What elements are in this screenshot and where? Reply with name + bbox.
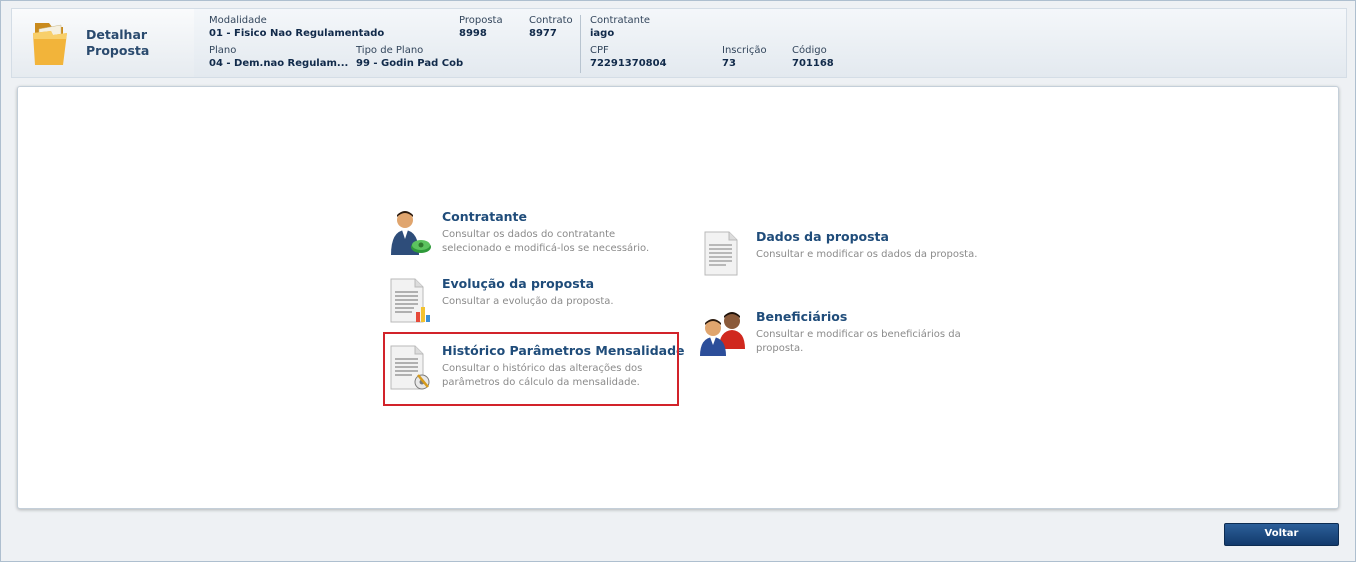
contrato-value: 8977 [529, 28, 557, 39]
dados-title[interactable]: Dados da proposta [756, 229, 889, 244]
plano-field: Plano 04 - Dem.nao Regulam... [209, 44, 348, 70]
cpf-field: CPF 72291370804 [590, 44, 667, 70]
dados-description: Consultar e modificar os dados da propos… [756, 249, 978, 260]
contratante-label: Contratante [590, 15, 651, 26]
beneficiarios-description: Consultar e modificar os beneficiários d… [756, 329, 961, 354]
plano-value: 04 - Dem.nao Regulam... [209, 58, 349, 69]
contratante-value: iago [590, 28, 615, 39]
contratante-field: Contratante iago [590, 14, 650, 40]
menu-panel [17, 86, 1339, 509]
page-title: Detalhar Proposta [86, 27, 150, 58]
tipo-plano-label: Tipo de Plano [356, 45, 424, 56]
menu-item-dados[interactable]: Dados da proposta Consultar e modificar … [702, 229, 992, 281]
title-block: Detalhar Proposta [12, 9, 194, 77]
user-money-icon [388, 209, 432, 257]
menu-item-contratante[interactable]: Contratante Consultar os dados do contra… [388, 209, 678, 265]
menu-item-beneficiarios[interactable]: Beneficiários Consultar e modificar os b… [698, 309, 988, 361]
contrato-field: Contrato 8977 [529, 14, 573, 40]
cpf-label: CPF [590, 45, 609, 56]
evolucao-title[interactable]: Evolução da proposta [442, 276, 594, 291]
proposta-label: Proposta [459, 15, 503, 26]
modalidade-field: Modalidade 01 - Fisico Nao Regulamentado [209, 14, 384, 40]
selection-highlight [383, 332, 679, 406]
codigo-value: 701168 [792, 58, 834, 69]
plano-label: Plano [209, 45, 237, 56]
contratante-title[interactable]: Contratante [442, 209, 527, 224]
folder-icon [29, 19, 73, 67]
header-divider [580, 15, 581, 73]
contrato-label: Contrato [529, 15, 573, 26]
cpf-value: 72291370804 [590, 58, 667, 69]
codigo-field: Código 701168 [792, 44, 834, 70]
modalidade-value: 01 - Fisico Nao Regulamentado [209, 28, 385, 39]
proposta-value: 8998 [459, 28, 487, 39]
beneficiarios-title[interactable]: Beneficiários [756, 309, 847, 324]
modalidade-label: Modalidade [209, 15, 267, 26]
contratante-description: Consultar os dados do contratante seleci… [442, 229, 650, 254]
inscricao-label: Inscrição [722, 45, 767, 56]
codigo-label: Código [792, 45, 827, 56]
users-icon [698, 309, 745, 357]
inscricao-field: Inscrição 73 [722, 44, 767, 70]
document-icon [702, 229, 746, 277]
inscricao-value: 73 [722, 58, 736, 69]
proposal-header: Detalhar Proposta Modalidade 01 - Fisico… [11, 8, 1347, 78]
evolucao-description: Consultar a evolução da proposta. [442, 296, 614, 307]
proposta-field: Proposta 8998 [459, 14, 503, 40]
document-chart-icon [388, 276, 432, 324]
tipo-plano-field: Tipo de Plano 99 - Godin Pad Cob [356, 44, 463, 70]
menu-item-evolucao[interactable]: Evolução da proposta Consultar a evoluçã… [388, 276, 678, 326]
back-button[interactable]: Voltar [1224, 523, 1339, 546]
tipo-plano-value: 99 - Godin Pad Cob [356, 58, 464, 69]
